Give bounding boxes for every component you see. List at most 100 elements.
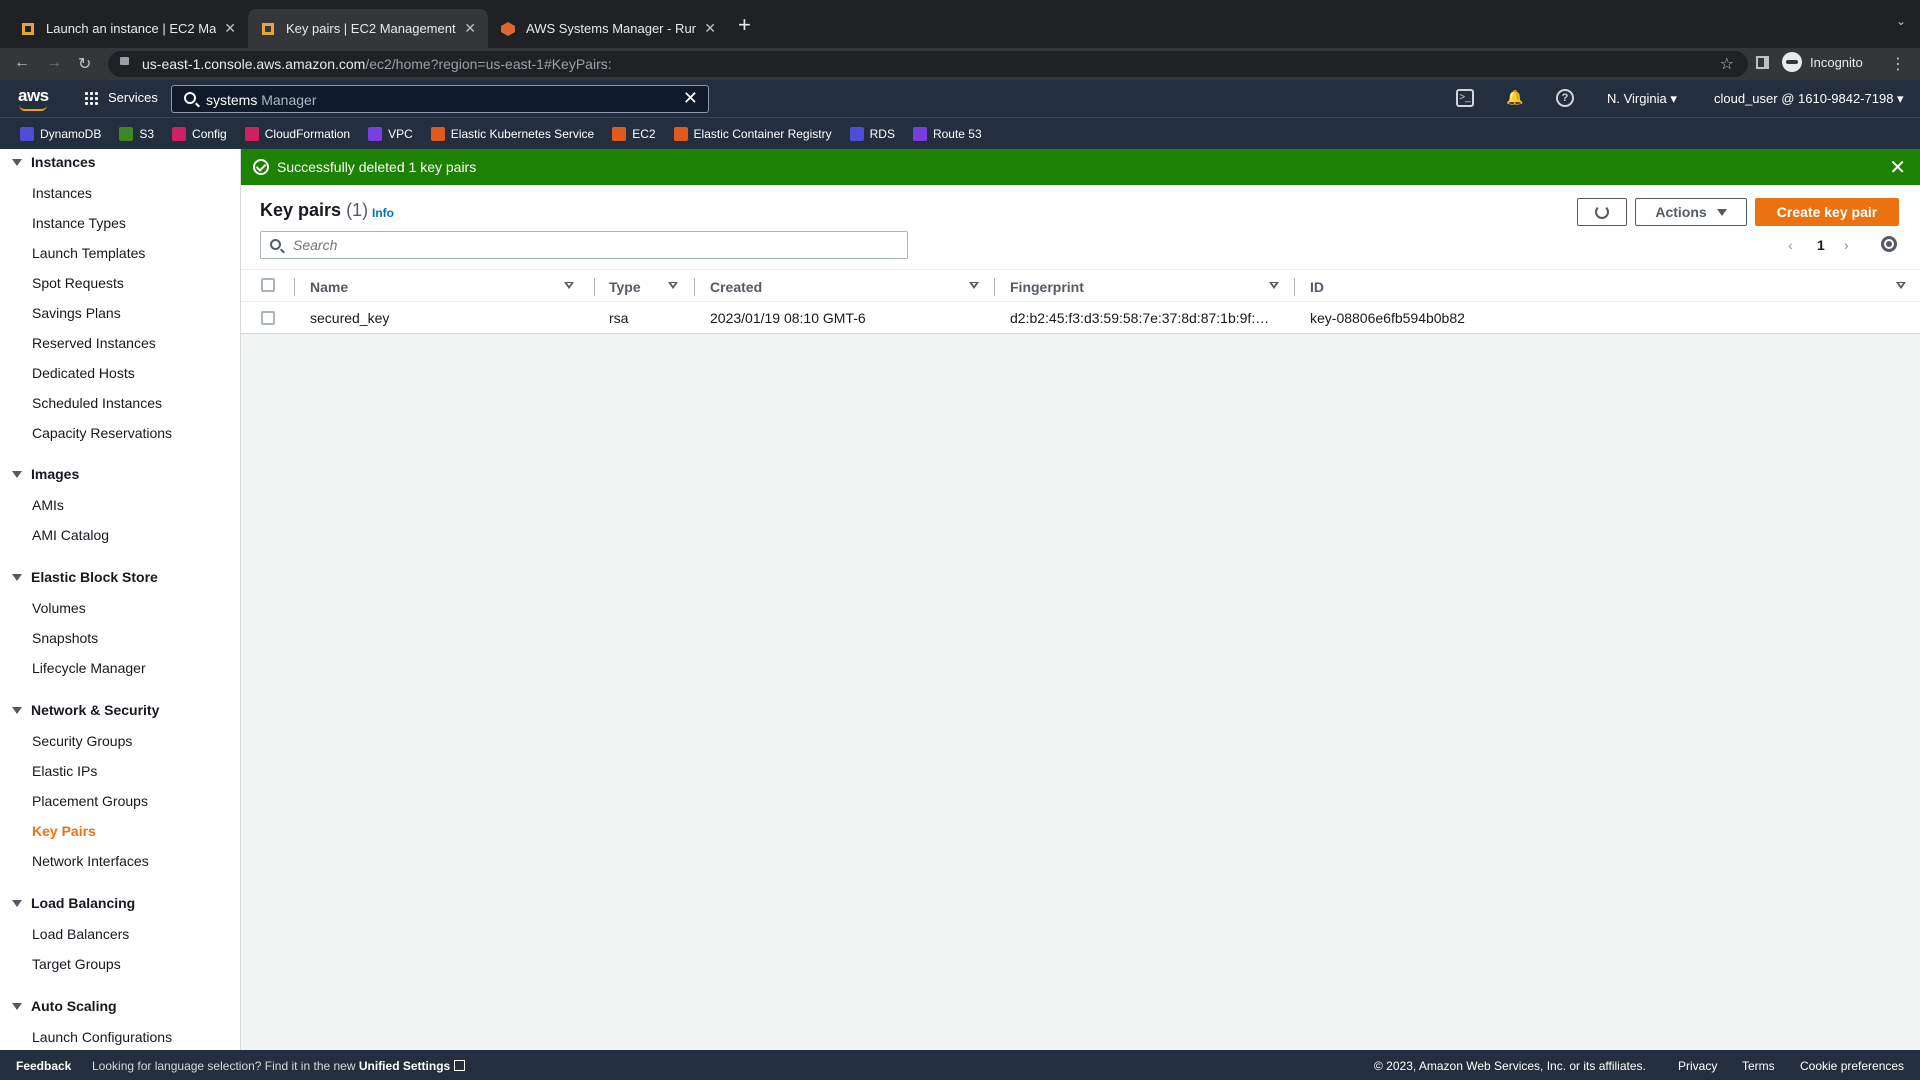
refresh-button[interactable] — [1577, 198, 1627, 226]
favorite-dynamodb[interactable]: DynamoDB — [20, 126, 101, 141]
sidebar-section-network-security[interactable]: Network & Security — [12, 702, 159, 718]
caret-down-icon — [12, 470, 22, 478]
reload-icon[interactable]: ↻ — [78, 54, 91, 74]
tab-search-chevron-icon[interactable]: ⌄ — [1896, 14, 1906, 28]
column-header-name[interactable]: Name — [310, 279, 348, 295]
close-tab-icon[interactable]: ✕ — [704, 20, 716, 37]
favorite-ec2[interactable]: EC2 — [612, 126, 656, 141]
sort-icon[interactable] — [1896, 282, 1906, 289]
close-tab-icon[interactable]: ✕ — [464, 20, 476, 37]
sort-icon[interactable] — [668, 282, 678, 289]
services-menu-button[interactable]: Services — [84, 90, 158, 105]
close-tab-icon[interactable]: ✕ — [224, 20, 236, 37]
sidebar-item-snapshots[interactable]: Snapshots — [32, 630, 98, 646]
column-divider[interactable] — [594, 278, 595, 296]
column-header-fingerprint[interactable]: Fingerprint — [1010, 279, 1084, 295]
unified-settings-link[interactable]: Unified Settings — [359, 1059, 450, 1073]
sidebar-item-dedicated-hosts[interactable]: Dedicated Hosts — [32, 365, 135, 381]
favorite-route53[interactable]: Route 53 — [912, 126, 982, 141]
sidebar-section-auto-scaling[interactable]: Auto Scaling — [12, 998, 117, 1014]
dynamodb-icon — [20, 126, 34, 141]
sort-icon[interactable] — [564, 282, 574, 289]
browser-tab-key-pairs[interactable]: Key pairs | EC2 Management C… ✕ — [248, 9, 488, 48]
sidebar-item-network-interfaces[interactable]: Network Interfaces — [32, 853, 149, 869]
column-divider[interactable] — [1294, 278, 1295, 296]
column-header-id[interactable]: ID — [1310, 279, 1324, 295]
sidebar-item-placement-groups[interactable]: Placement Groups — [32, 793, 148, 809]
sidebar-item-reserved-instances[interactable]: Reserved Instances — [32, 335, 156, 351]
search-input[interactable] — [293, 236, 893, 254]
info-link[interactable]: Info — [372, 206, 394, 220]
browser-tab-launch-instance[interactable]: Launch an instance | EC2 Mana… ✕ — [8, 9, 248, 48]
sidebar-item-spot-requests[interactable]: Spot Requests — [32, 275, 124, 291]
cookie-preferences-link[interactable]: Cookie preferences — [1800, 1059, 1904, 1073]
sidebar-item-ami-catalog[interactable]: AMI Catalog — [32, 527, 109, 543]
favorite-cloudformation[interactable]: CloudFormation — [244, 126, 350, 141]
star-icon[interactable]: ☆ — [1720, 54, 1734, 74]
sidebar-item-volumes[interactable]: Volumes — [32, 600, 86, 616]
sidebar-item-load-balancers[interactable]: Load Balancers — [32, 926, 129, 942]
side-panel-icon[interactable] — [1756, 56, 1769, 69]
previous-page-icon[interactable]: ‹ — [1788, 237, 1793, 253]
favorite-config[interactable]: Config — [172, 126, 227, 141]
new-tab-icon[interactable]: + — [738, 12, 751, 38]
sidebar-item-launch-configurations[interactable]: Launch Configurations — [32, 1029, 172, 1045]
favorite-eks[interactable]: Elastic Kubernetes Service — [430, 126, 594, 141]
create-key-pair-button[interactable]: Create key pair — [1755, 198, 1899, 226]
row-checkbox[interactable] — [261, 311, 275, 325]
sidebar-section-images[interactable]: Images — [12, 466, 79, 482]
sort-icon[interactable] — [1269, 282, 1279, 289]
sidebar-section-instances[interactable]: Instances — [12, 154, 96, 170]
favorite-s3[interactable]: S3 — [119, 126, 154, 141]
cloudshell-icon[interactable]: >_ — [1456, 89, 1474, 107]
aws-logo[interactable]: aws — [18, 86, 49, 111]
incognito-profile[interactable]: Incognito — [1782, 52, 1863, 72]
favorite-ecr[interactable]: Elastic Container Registry — [673, 126, 832, 141]
aws-search-input[interactable]: systems Manager ✕ — [171, 85, 709, 113]
select-all-checkbox[interactable] — [261, 278, 275, 292]
sidebar-item-amis[interactable]: AMIs — [32, 497, 64, 513]
sidebar-item-capacity-reservations[interactable]: Capacity Reservations — [32, 425, 172, 441]
address-bar[interactable]: us-east-1.console.aws.amazon.com/ec2/hom… — [108, 51, 1748, 77]
sidebar-item-security-groups[interactable]: Security Groups — [32, 733, 132, 749]
terms-link[interactable]: Terms — [1742, 1059, 1775, 1073]
sidebar-item-target-groups[interactable]: Target Groups — [32, 956, 121, 972]
column-divider[interactable] — [694, 278, 695, 296]
tab-title: Launch an instance | EC2 Mana… — [46, 21, 217, 36]
region-selector[interactable]: N. Virginia ▾ — [1607, 91, 1677, 107]
column-divider[interactable] — [994, 278, 995, 296]
sidebar-item-scheduled-instances[interactable]: Scheduled Instances — [32, 395, 162, 411]
success-check-icon — [253, 159, 269, 175]
back-icon[interactable]: ← — [14, 54, 30, 72]
sort-icon[interactable] — [969, 282, 979, 289]
sidebar-item-instance-types[interactable]: Instance Types — [32, 215, 126, 231]
account-menu[interactable]: cloud_user @ 1610-9842-7198 ▾ — [1714, 91, 1904, 107]
sidebar-item-key-pairs[interactable]: Key Pairs — [32, 823, 96, 839]
bell-icon[interactable]: 🔔 — [1506, 89, 1524, 107]
privacy-link[interactable]: Privacy — [1678, 1059, 1717, 1073]
sidebar-item-lifecycle-manager[interactable]: Lifecycle Manager — [32, 660, 146, 676]
sidebar-section-load-balancing[interactable]: Load Balancing — [12, 895, 135, 911]
close-icon[interactable]: ✕ — [1889, 155, 1906, 180]
clear-search-icon[interactable]: ✕ — [683, 88, 698, 109]
sidebar-item-savings-plans[interactable]: Savings Plans — [32, 305, 121, 321]
menu-icon[interactable]: ⋮ — [1890, 54, 1906, 74]
help-icon[interactable]: ? — [1556, 89, 1574, 107]
next-page-icon[interactable]: › — [1844, 237, 1849, 253]
favorite-rds[interactable]: RDS — [849, 126, 895, 141]
sidebar-item-instances[interactable]: Instances — [32, 185, 92, 201]
feedback-link[interactable]: Feedback — [16, 1059, 71, 1073]
page-title: Key pairs (1) — [260, 200, 369, 220]
gear-icon[interactable] — [1881, 236, 1897, 252]
forward-icon[interactable]: → — [46, 54, 62, 72]
browser-tab-systems-manager[interactable]: AWS Systems Manager - Run C… ✕ — [488, 9, 728, 48]
table-row[interactable]: secured_key rsa 2023/01/19 08:10 GMT-6 d… — [241, 302, 1920, 334]
actions-dropdown-button[interactable]: Actions — [1635, 198, 1747, 226]
page-number[interactable]: 1 — [1817, 237, 1825, 253]
sidebar-item-elastic-ips[interactable]: Elastic IPs — [32, 763, 97, 779]
sidebar-section-ebs[interactable]: Elastic Block Store — [12, 569, 158, 585]
favorite-vpc[interactable]: VPC — [368, 126, 413, 141]
sidebar-item-launch-templates[interactable]: Launch Templates — [32, 245, 145, 261]
column-header-created[interactable]: Created — [710, 279, 762, 295]
column-header-type[interactable]: Type — [609, 279, 641, 295]
